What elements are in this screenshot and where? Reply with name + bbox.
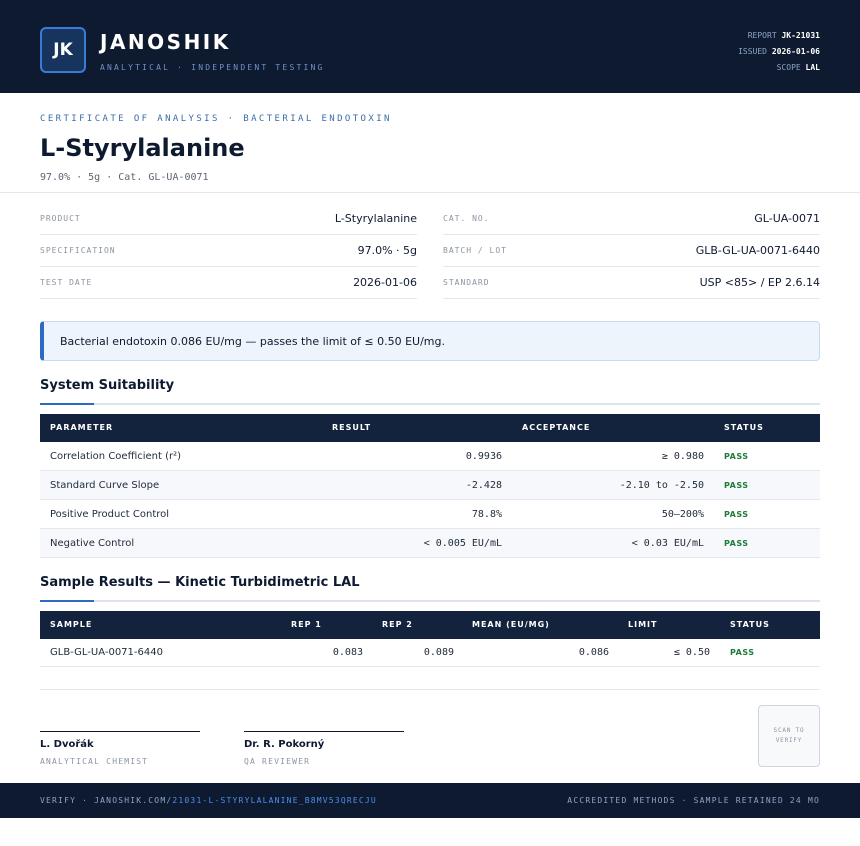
info-product: PRODUCT L-Styrylalanine	[40, 203, 417, 235]
page-subtitle: 97.0% · 5g · Cat. GL-UA-0071	[40, 172, 209, 183]
scope-value: LAL	[805, 63, 820, 72]
report-footer: VERIFY · JANOSHIK.COM/21031-L-STYRYLALAN…	[0, 783, 860, 818]
info-value: USP <85> / EP 2.6.14	[699, 276, 820, 289]
logo-initials: JK	[53, 40, 73, 60]
verify-line: VERIFY · JANOSHIK.COM/21031-L-STYRYLALAN…	[40, 783, 377, 818]
report-number: JK-21031	[781, 31, 820, 40]
info-label: BATCH / LOT	[443, 246, 507, 255]
col-parameter: PARAMETER	[50, 423, 114, 432]
info-label: STANDARD	[443, 278, 490, 287]
brand-logo: JK	[40, 27, 86, 73]
section-rule-accent	[40, 403, 94, 405]
signatory-name: Dr. R. Pokorný	[244, 739, 325, 750]
brand-tagline: ANALYTICAL · INDEPENDENT TESTING	[100, 63, 325, 72]
col-status: STATUS	[730, 620, 770, 629]
result-banner: Bacterial endotoxin 0.086 EU/mg — passes…	[40, 321, 820, 361]
info-value: L-Styrylalanine	[334, 212, 417, 225]
table-row: GLB-GL-UA-0071-6440 0.083 0.089 0.086 ≤ …	[40, 638, 820, 667]
cell-mean: 0.086	[578, 647, 609, 658]
issued-label: ISSUED	[738, 47, 767, 56]
page-title: L-Styrylalanine	[40, 134, 245, 162]
col-status: STATUS	[724, 423, 764, 432]
cell-acceptance: ≥ 0.980	[661, 451, 704, 462]
issued-date: 2026-01-06	[771, 47, 820, 56]
table-row: Standard Curve Slope -2.428 -2.10 to -2.…	[40, 471, 820, 500]
table-row: Correlation Coefficient (r²) 0.9936 ≥ 0.…	[40, 442, 820, 471]
info-value: GLB-GL-UA-0071-6440	[695, 244, 820, 257]
status-badge: PASS	[724, 452, 749, 461]
cell-result: 78.8%	[471, 509, 502, 520]
section-title-samples: Sample Results — Kinetic Turbidimetric L…	[40, 575, 360, 590]
info-cat-no: CAT. NO. GL-UA-0071	[443, 203, 820, 235]
cell-parameter: Correlation Coefficient (r²)	[50, 451, 182, 462]
signatory-role: ANALYTICAL CHEMIST	[40, 757, 149, 766]
info-batch: BATCH / LOT GLB-GL-UA-0071-6440	[443, 235, 820, 267]
status-badge: PASS	[724, 539, 749, 548]
cell-limit: ≤ 0.50	[673, 647, 710, 658]
table-row: Positive Product Control 78.8% 50–200% P…	[40, 500, 820, 529]
info-label: PRODUCT	[40, 214, 81, 223]
col-result: RESULT	[332, 423, 372, 432]
signature-line	[244, 731, 404, 732]
info-standard: STANDARD USP <85> / EP 2.6.14	[443, 267, 820, 299]
cell-parameter: Negative Control	[50, 538, 135, 549]
info-value: GL-UA-0071	[754, 212, 820, 225]
cell-rep2: 0.089	[423, 647, 454, 658]
col-acceptance: ACCEPTANCE	[522, 423, 591, 432]
status-badge: PASS	[730, 648, 755, 657]
cell-acceptance: 50–200%	[661, 509, 704, 520]
cell-acceptance: -2.10 to -2.50	[619, 480, 704, 491]
scope-label: SCOPE	[776, 63, 801, 72]
report-label: REPORT	[747, 31, 777, 40]
info-label: TEST DATE	[40, 278, 93, 287]
status-badge: PASS	[724, 510, 749, 519]
verify-prefix: VERIFY · JANOSHIK.COM/	[40, 796, 173, 805]
brand-name: JANOSHIK	[100, 30, 231, 54]
samples-table-header: SAMPLE REP 1 REP 2 MEAN (EU/MG) LIMIT ST…	[40, 611, 820, 639]
signatory-name: L. Dvořák	[40, 739, 94, 750]
section-rule	[40, 600, 820, 602]
report-meta: REPORT JK-21031 ISSUED 2026-01-06 SCOPE …	[738, 28, 820, 76]
col-rep1: REP 1	[291, 620, 322, 629]
cell-result: 0.9936	[465, 451, 502, 462]
status-badge: PASS	[724, 481, 749, 490]
info-value: 97.0% · 5g	[357, 244, 417, 257]
divider	[40, 689, 820, 690]
table-row: Negative Control < 0.005 EU/mL < 0.03 EU…	[40, 529, 820, 558]
section-title-suitability: System Suitability	[40, 378, 175, 393]
qr-verify-box[interactable]: SCAN TO VERIFY	[758, 705, 820, 767]
cell-rep1: 0.083	[332, 647, 363, 658]
result-summary: Bacterial endotoxin 0.086 EU/mg — passes…	[60, 334, 445, 348]
verify-link[interactable]: 21031-L-STYRYLALANINE_B8MV53QRECJU	[172, 796, 377, 805]
info-label: SPECIFICATION	[40, 246, 116, 255]
info-test-date: TEST DATE 2026-01-06	[40, 267, 417, 299]
footer-note: ACCREDITED METHODS · SAMPLE RETAINED 24 …	[567, 796, 820, 805]
certificate-type: CERTIFICATE OF ANALYSIS · BACTERIAL ENDO…	[40, 114, 392, 124]
divider	[0, 192, 860, 193]
info-specification: SPECIFICATION 97.0% · 5g	[40, 235, 417, 267]
col-mean: MEAN (EU/MG)	[472, 620, 550, 629]
cell-parameter: Positive Product Control	[50, 509, 170, 520]
cell-result: < 0.005 EU/mL	[423, 538, 502, 549]
col-rep2: REP 2	[382, 620, 413, 629]
suitability-table-header: PARAMETER RESULT ACCEPTANCE STATUS	[40, 414, 820, 442]
section-rule	[40, 403, 820, 405]
signatory-role: QA REVIEWER	[244, 757, 311, 766]
cell-sample: GLB-GL-UA-0071-6440	[50, 647, 163, 658]
cell-result: -2.428	[465, 480, 502, 491]
info-label: CAT. NO.	[443, 214, 490, 223]
col-sample: SAMPLE	[50, 620, 93, 629]
qr-label: SCAN TO VERIFY	[773, 727, 805, 744]
cell-parameter: Standard Curve Slope	[50, 480, 160, 491]
cell-acceptance: < 0.03 EU/mL	[631, 538, 704, 549]
report-header: JK JANOSHIK ANALYTICAL · INDEPENDENT TES…	[0, 0, 860, 93]
signature-line	[40, 731, 200, 732]
col-limit: LIMIT	[628, 620, 658, 629]
info-value: 2026-01-06	[353, 276, 417, 289]
section-rule-accent	[40, 600, 94, 602]
